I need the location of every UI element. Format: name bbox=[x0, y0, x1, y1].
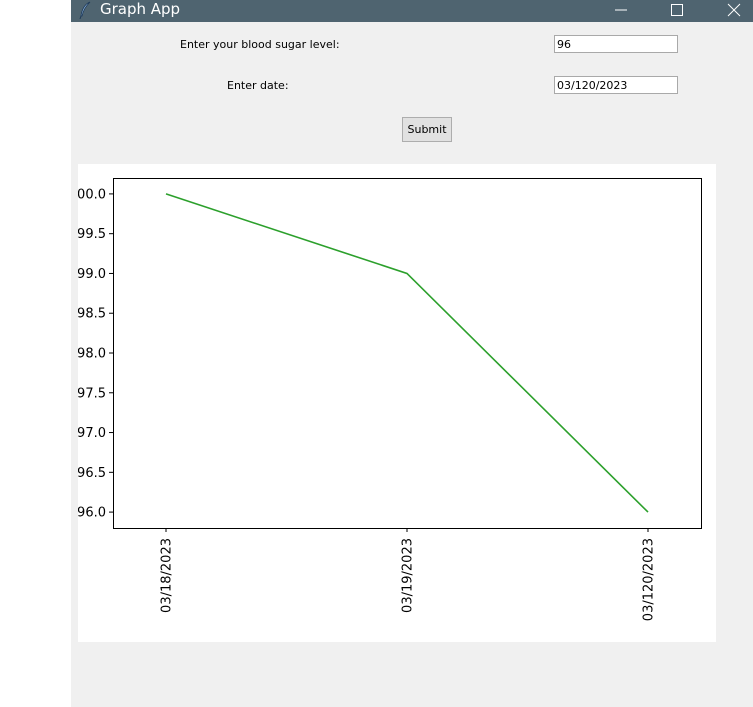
y-tick-label: 96.5 bbox=[78, 466, 106, 481]
blood-sugar-input[interactable] bbox=[554, 35, 678, 53]
minimize-icon bbox=[615, 9, 627, 11]
y-tick-label: 98.5 bbox=[78, 307, 106, 322]
title-bar[interactable]: Graph App bbox=[71, 0, 753, 22]
series-line bbox=[165, 193, 649, 513]
maximize-icon bbox=[671, 4, 683, 16]
submit-button[interactable]: Submit bbox=[402, 117, 452, 142]
window-title: Graph App bbox=[100, 0, 181, 18]
y-tick-label: 99.5 bbox=[78, 227, 106, 242]
axes-frame bbox=[113, 178, 702, 529]
close-button[interactable] bbox=[711, 0, 753, 22]
x-tick-label: 03/18/2023 bbox=[160, 538, 175, 613]
maximize-button[interactable] bbox=[654, 0, 700, 22]
y-tick-label: 97.5 bbox=[78, 386, 106, 401]
close-icon bbox=[727, 3, 741, 17]
y-tick-label: 98.0 bbox=[78, 347, 106, 362]
y-tick-label: 97.0 bbox=[78, 426, 106, 441]
app-window: Graph App Enter your blood sugar level: … bbox=[71, 0, 753, 707]
y-tick-label: 96.0 bbox=[78, 506, 106, 521]
chart-figure: 96.0 96.5 97.0 97.5 98.0 98.5 99.0 99.5 100.0 03/… bbox=[78, 164, 716, 642]
line-chart: 96.0 96.5 97.0 97.5 98.0 98.5 99.0 99.5 100.0 03/… bbox=[78, 178, 702, 621]
feather-icon bbox=[77, 1, 93, 20]
x-tick-label: 03/19/2023 bbox=[401, 538, 416, 613]
y-tick-label: 100.0 bbox=[78, 187, 106, 202]
blood-sugar-label: Enter your blood sugar level: bbox=[180, 38, 340, 51]
date-label: Enter date: bbox=[227, 79, 289, 92]
y-tick-label: 99.0 bbox=[78, 267, 106, 282]
minimize-button[interactable] bbox=[598, 0, 644, 22]
date-input[interactable] bbox=[554, 76, 678, 94]
x-tick-label: 03/120/2023 bbox=[642, 538, 657, 621]
